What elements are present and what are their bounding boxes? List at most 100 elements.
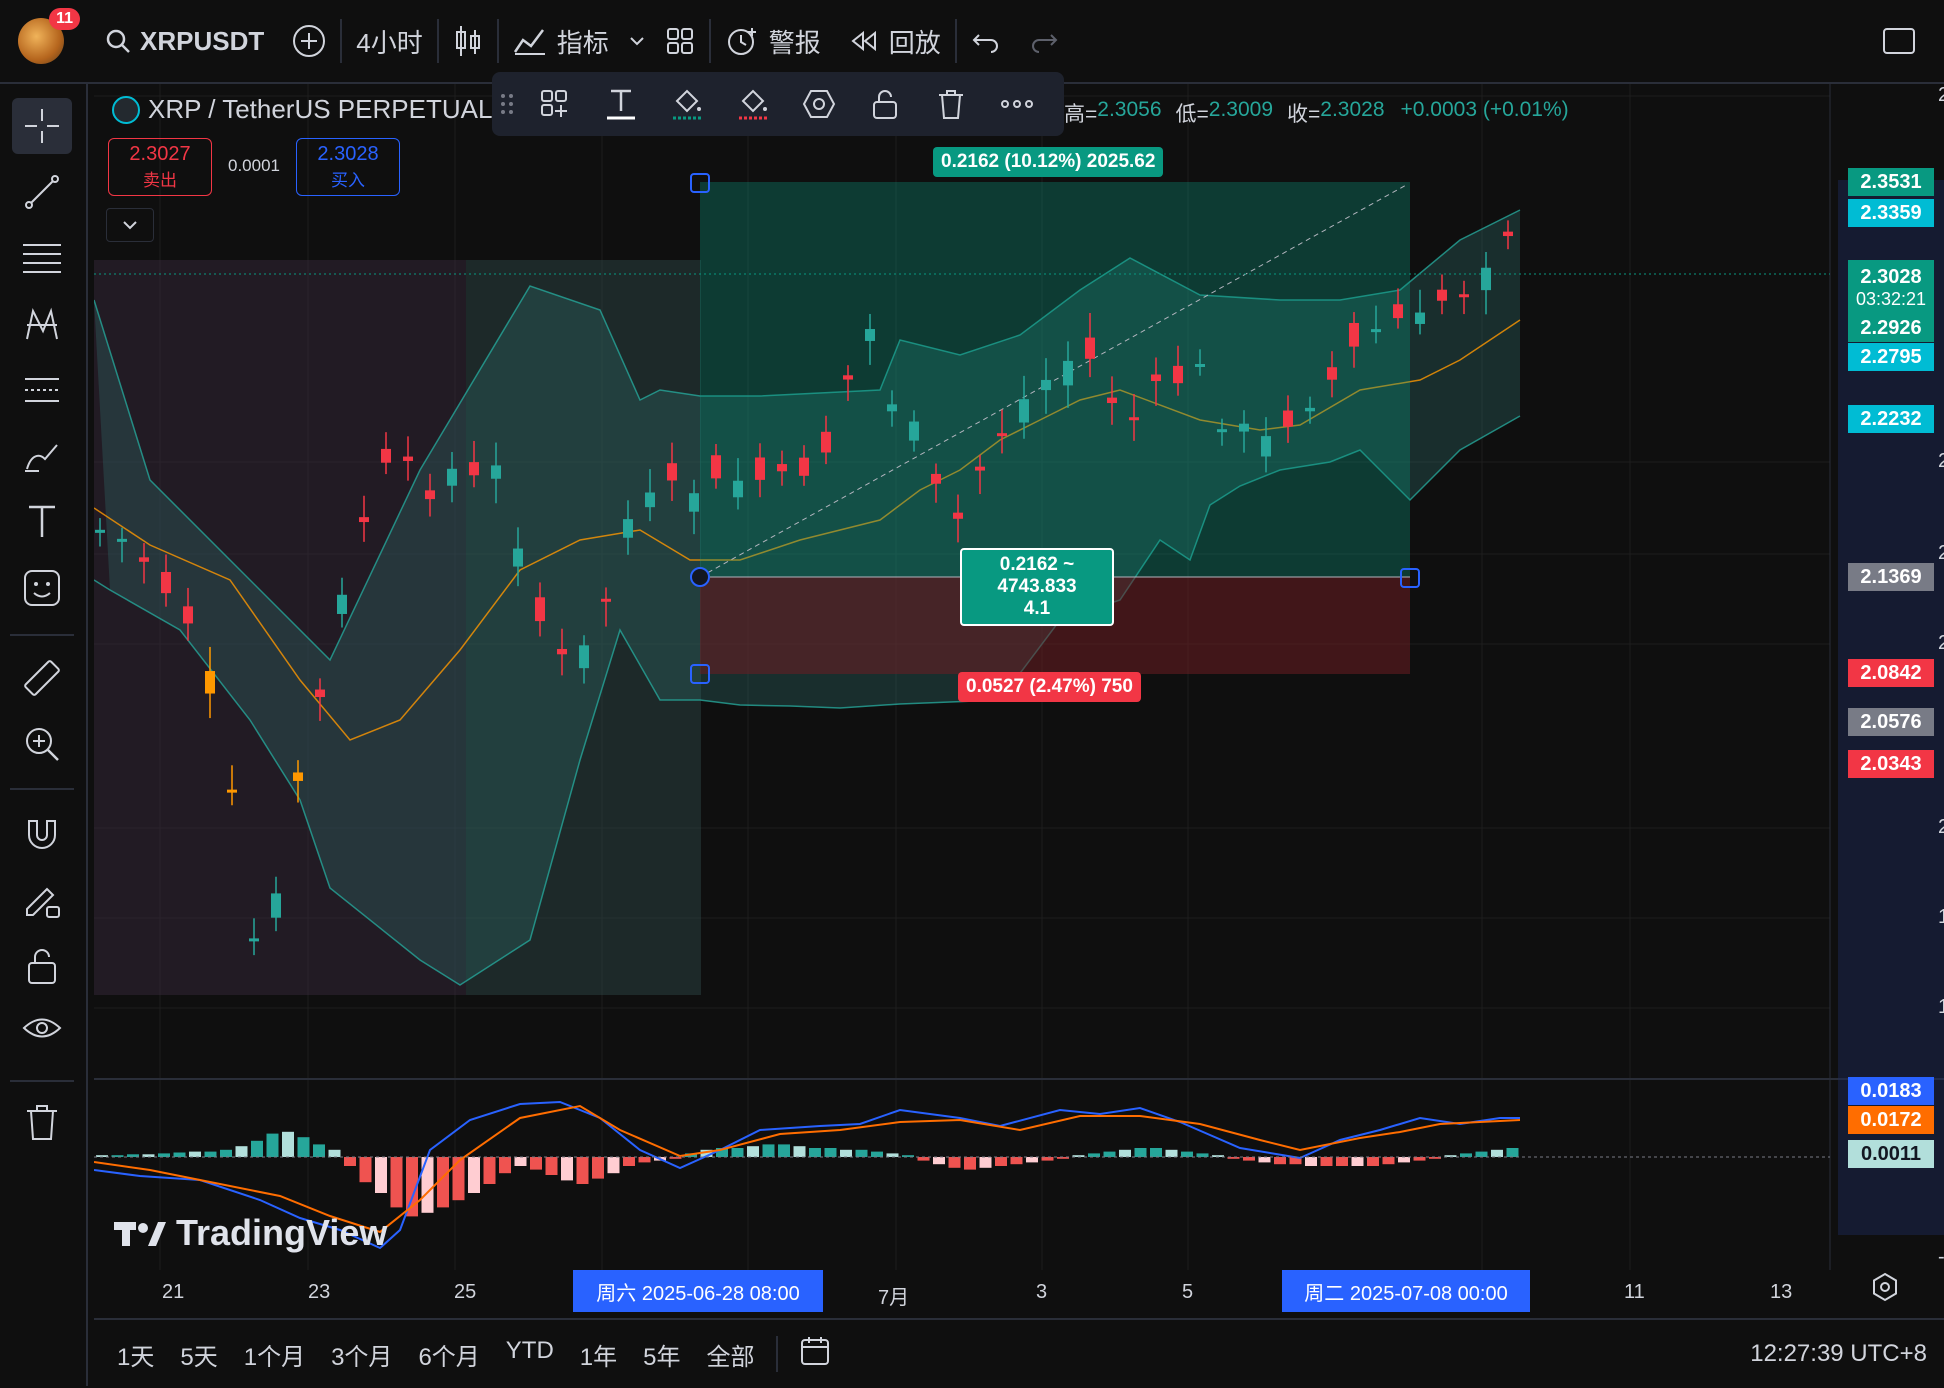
lock-drawing-tool[interactable] — [12, 872, 72, 928]
zoom-tool[interactable] — [12, 716, 72, 772]
candle-body — [1151, 374, 1161, 382]
text-icon — [607, 89, 635, 120]
avatar[interactable]: 11 — [18, 8, 80, 64]
magnet-tool[interactable] — [12, 806, 72, 862]
divider — [10, 634, 74, 636]
ruler-icon — [24, 660, 60, 696]
more-button[interactable] — [984, 72, 1050, 136]
chart-pane[interactable]: XRP / TetherUS PERPETUAL 高= 2.3056 低= 2.… — [94, 72, 1944, 1386]
bottom-toolbar: 1天 5天 1个月 3个月 6个月 YTD 1年 5年 全部 12:27:39 UTC+8 — [94, 1318, 1944, 1388]
candle-body — [1503, 231, 1513, 237]
range-button[interactable]: YTD — [493, 1337, 567, 1372]
settings-button[interactable] — [786, 72, 852, 136]
range-button[interactable]: 5天 — [167, 1337, 230, 1372]
macd-histogram-bar — [1165, 1149, 1178, 1157]
redo-button[interactable] — [1015, 0, 1073, 82]
macd-histogram-bar — [344, 1157, 356, 1166]
forecast-tool[interactable] — [12, 362, 72, 418]
macd-histogram-bar — [375, 1157, 387, 1193]
macd-histogram-bar — [1026, 1157, 1038, 1163]
candle-body — [1349, 322, 1359, 347]
remove-drawings-tool[interactable] — [12, 1094, 72, 1150]
candle-body — [117, 538, 127, 542]
price-axis-label: 1.9000 — [1938, 996, 1944, 1018]
macd-histogram-bar — [1398, 1157, 1410, 1163]
macd-histogram-bar — [514, 1157, 527, 1166]
candle-body — [95, 529, 105, 533]
legend-collapse-button[interactable] — [106, 208, 154, 242]
compare-symbol-button[interactable] — [278, 0, 340, 82]
measure-tool[interactable] — [12, 650, 72, 706]
close-value: 2.3028 — [1320, 98, 1385, 121]
fib-tool[interactable] — [12, 230, 72, 286]
macd-histogram-bar — [793, 1146, 806, 1157]
candle-body — [579, 645, 589, 669]
sticker-tool[interactable] — [12, 560, 72, 616]
lock-all-tool[interactable] — [12, 938, 72, 994]
crosshair-tool[interactable] — [12, 98, 72, 154]
price-axis-label: 2.2000 — [1938, 450, 1944, 472]
trend-line-tool[interactable] — [12, 164, 72, 220]
range-button[interactable]: 全部 — [694, 1337, 768, 1372]
unlock-icon — [28, 949, 56, 984]
price-chart-canvas[interactable] — [94, 84, 1944, 1386]
smiley-icon — [24, 570, 60, 606]
range-button[interactable]: 6个月 — [405, 1337, 492, 1372]
undo-button[interactable] — [957, 0, 1015, 82]
layout-button[interactable] — [651, 0, 709, 82]
template-button[interactable] — [522, 72, 588, 136]
macd-histogram-bar — [1134, 1148, 1147, 1157]
eye-icon — [22, 1018, 62, 1038]
text-tool[interactable] — [12, 494, 72, 550]
indicators-button[interactable]: 指标 — [499, 0, 623, 82]
indicators-dropdown[interactable] — [623, 0, 651, 82]
text-color-button[interactable] — [588, 72, 654, 136]
goto-date-button[interactable] — [786, 1335, 846, 1374]
price-tag: 0.0183 — [1848, 1077, 1934, 1105]
range-button[interactable]: 1个月 — [231, 1337, 318, 1372]
candle-body — [337, 594, 347, 614]
clock[interactable]: 12:27:39 UTC+8 — [1737, 1340, 1940, 1368]
macd-histogram-bar — [1258, 1157, 1271, 1163]
candle-body — [1019, 399, 1029, 423]
macd-axis-label: -0.0500 — [1938, 1246, 1944, 1269]
symbol-search-button[interactable]: XRPUSDT — [90, 0, 278, 82]
candle-body — [1239, 423, 1249, 432]
range-button[interactable]: 3个月 — [318, 1337, 405, 1372]
trash-icon — [939, 90, 963, 119]
replay-button[interactable]: 回放 — [835, 0, 955, 82]
fullscreen-button[interactable] — [1868, 0, 1930, 82]
macd-histogram-bar — [1103, 1151, 1116, 1157]
range-button[interactable]: 5年 — [630, 1337, 693, 1372]
buy-button[interactable]: 2.3028 买入 — [296, 138, 400, 196]
candle-body — [491, 465, 501, 479]
candle-body — [645, 492, 655, 508]
position-info-label[interactable]: 0.2162 ~ 4743.833 4.1 — [960, 548, 1114, 626]
alert-button[interactable]: 警报 — [711, 0, 835, 82]
chart-type-button[interactable] — [439, 0, 497, 82]
macd-histogram-bar — [1305, 1157, 1317, 1166]
paint-bucket-icon — [739, 89, 767, 120]
range-button[interactable]: 1天 — [104, 1337, 167, 1372]
pattern-tool[interactable] — [12, 296, 72, 352]
macd-histogram-bar — [173, 1152, 186, 1157]
lock-button[interactable] — [852, 72, 918, 136]
loss-color-button[interactable] — [720, 72, 786, 136]
alert-label: 警报 — [768, 27, 821, 58]
time-axis-label: 3 — [1036, 1281, 1048, 1303]
macd-histogram-bar — [266, 1133, 279, 1157]
range-button[interactable]: 1年 — [567, 1337, 630, 1372]
brush-tool[interactable] — [12, 428, 72, 484]
drag-handle[interactable] — [492, 72, 522, 136]
candle-body — [447, 468, 457, 486]
axis-settings-button[interactable] — [1870, 1272, 1900, 1307]
zoom-in-icon — [26, 728, 59, 761]
macd-histogram-bar — [1088, 1153, 1100, 1157]
fill-color-button[interactable] — [654, 72, 720, 136]
interval-button[interactable]: 4小时 — [342, 0, 436, 82]
sell-button[interactable]: 2.3027 卖出 — [108, 138, 212, 196]
hide-drawings-tool[interactable] — [12, 1000, 72, 1056]
low-label: 低= — [1175, 103, 1209, 126]
macd-histogram-bar — [483, 1157, 496, 1184]
delete-button[interactable] — [918, 72, 984, 136]
